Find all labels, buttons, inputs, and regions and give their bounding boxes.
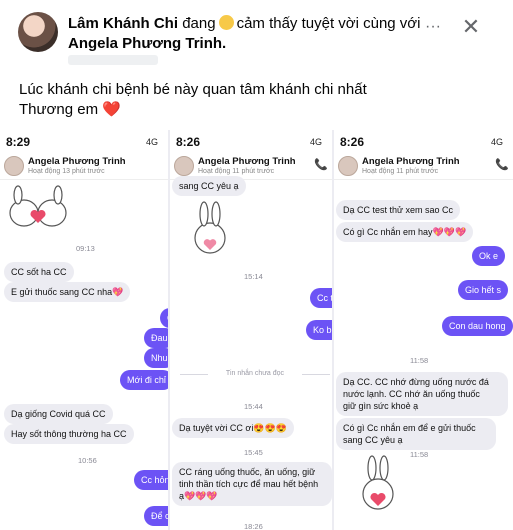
- message-outgoing: Nhu: [144, 348, 168, 368]
- message-incoming: Dạ CC test thử xem sao Cc: [336, 200, 461, 220]
- message-outgoing: Để c: [144, 506, 168, 526]
- post-title: Lâm Khánh Chi đang cảm thấy tuyệt vời cùn…: [68, 14, 428, 54]
- timestamp: 18:26: [244, 522, 263, 530]
- message-incoming: CC ráng uống thuốc, ăn uống, giữ tinh th…: [172, 462, 332, 506]
- contact-name: Angela Phương Trinh: [362, 156, 460, 167]
- message-line: sang CC yêu ạ: [343, 435, 403, 445]
- contact-status: Hoạt động 11 phút trước: [198, 168, 275, 175]
- network-indicator: 4G: [145, 137, 158, 147]
- phone-icon[interactable]: 📞: [314, 158, 328, 171]
- phone-icon[interactable]: 📞: [495, 158, 509, 171]
- screenshot-collage[interactable]: 8:29 4G Angela Phương Trinh Hoạt động 13…: [0, 130, 513, 530]
- chat-screenshot-1: 8:29 4G Angela Phương Trinh Hoạt động 13…: [0, 130, 170, 530]
- post-header: Lâm Khánh Chi đang cảm thấy tuyệt vời cùn…: [0, 0, 513, 65]
- network-indicator: 4G: [490, 137, 503, 147]
- caption-line-2: Thương em: [19, 101, 99, 118]
- contact-name: Angela Phương Trinh: [198, 156, 296, 167]
- message-incoming: CC sốt ha CC: [4, 262, 74, 282]
- chat-screenshot-2: 8:26 4G Angela Phương Trinh Hoạt động 11…: [170, 130, 334, 530]
- close-icon[interactable]: ✕: [458, 14, 484, 40]
- author-avatar[interactable]: [18, 12, 58, 52]
- bunny-sticker-icon: [194, 201, 226, 254]
- post-caption: Lúc khánh chi bệnh bé này quan tâm khánh…: [19, 80, 489, 120]
- message-incoming: Hay sốt thông thường ha CC: [4, 424, 134, 444]
- status-time: 8:29: [6, 135, 31, 149]
- caption-line-1: Lúc khánh chi bệnh bé này quan tâm khánh…: [19, 81, 367, 98]
- status-time: 8:26: [176, 135, 201, 149]
- timestamp: 10:56: [78, 456, 97, 465]
- timestamp: 11:58: [410, 450, 429, 459]
- message-outgoing: Cc te: [310, 288, 332, 308]
- chat-header: Angela Phương Trinh Hoạt động 13 phút tr…: [0, 152, 168, 180]
- chat-screenshot-3: 8:26 4G Angela Phương Trinh Hoạt động 11…: [334, 130, 513, 530]
- network-indicator: 4G: [309, 137, 322, 147]
- message-outgoing: Cc hỏng: [134, 470, 168, 490]
- message-line: giữ gìn sức khoẻ ạ: [343, 401, 419, 411]
- contact-name: Angela Phương Trinh: [28, 156, 126, 167]
- timestamp: 15:44: [244, 402, 263, 411]
- contact-status: Hoạt động 13 phút trước: [28, 168, 105, 175]
- heart-emoji-icon: ❤️: [102, 101, 121, 118]
- feeling-emoji-icon: [218, 15, 234, 30]
- more-icon[interactable]: ···: [420, 16, 446, 38]
- feeling-text: cảm thấy tuyệt vời cùng với: [236, 15, 421, 32]
- message-incoming: Dạ giống Covid quá CC: [4, 404, 113, 424]
- tagged-user-name[interactable]: Angela Phương Trinh.: [68, 35, 226, 52]
- timestamp: 15:14: [244, 272, 263, 281]
- author-name[interactable]: Lâm Khánh Chi: [68, 15, 178, 32]
- timestamp: 11:58: [410, 356, 429, 365]
- message-outgoing: Ko bi: [306, 320, 332, 340]
- chat-header: Angela Phương Trinh Hoạt động 11 phút tr…: [334, 152, 513, 180]
- message-outgoing: C: [160, 308, 168, 328]
- bunny-heart-sticker-icon: [362, 455, 394, 510]
- unread-divider: Tin nhắn chưa đọc: [180, 370, 330, 377]
- message-outgoing: Ok e: [472, 246, 506, 266]
- message-line: tinh thần tích cực để mau hết bệnh: [179, 479, 319, 489]
- contact-avatar: [338, 156, 358, 176]
- activity-prefix: đang: [182, 15, 216, 32]
- message-incoming: Dạ CC. CC nhớ đừng uống nước đá nước lạn…: [336, 372, 508, 416]
- message-line: ạ💖💖💖: [179, 491, 218, 501]
- message-incoming: E gửi thuốc sang CC nha💖: [4, 282, 131, 302]
- contact-status: Hoạt động 11 phút trước: [362, 168, 439, 175]
- message-incoming: Có gì Cc nhắn em hay💖💖💖: [336, 222, 474, 242]
- status-time: 8:26: [340, 135, 365, 149]
- message-outgoing: Gio hết s: [458, 280, 509, 300]
- message-outgoing: Con dau hong: [442, 316, 513, 336]
- message-outgoing: Mới đi chỉ: [120, 370, 168, 390]
- message-line: Có gì Cc nhắn em để e gửi thuốc: [343, 423, 476, 433]
- message-line: Dạ CC. CC nhớ đừng uống nước đá: [343, 377, 489, 387]
- message-line: CC ráng uống thuốc, ăn uống, giữ: [179, 467, 316, 477]
- bunny-heart-sticker-icon: [9, 185, 67, 227]
- timestamp: 09:13: [76, 244, 95, 253]
- contact-avatar: [4, 156, 24, 176]
- message-incoming: Dạ tuyệt vời CC ơi😍😍😍: [172, 418, 294, 438]
- message-incoming: sang CC yêu ạ: [172, 176, 246, 196]
- post-meta-placeholder: [68, 55, 158, 65]
- message-outgoing: Đau: [144, 328, 168, 348]
- contact-avatar: [174, 156, 194, 176]
- message-line: nước lạnh. CC nhớ ăn uống thuốc: [343, 389, 480, 399]
- message-incoming: Có gì Cc nhắn em để e gửi thuốc sang CC …: [336, 418, 496, 450]
- timestamp: 15:45: [244, 448, 263, 457]
